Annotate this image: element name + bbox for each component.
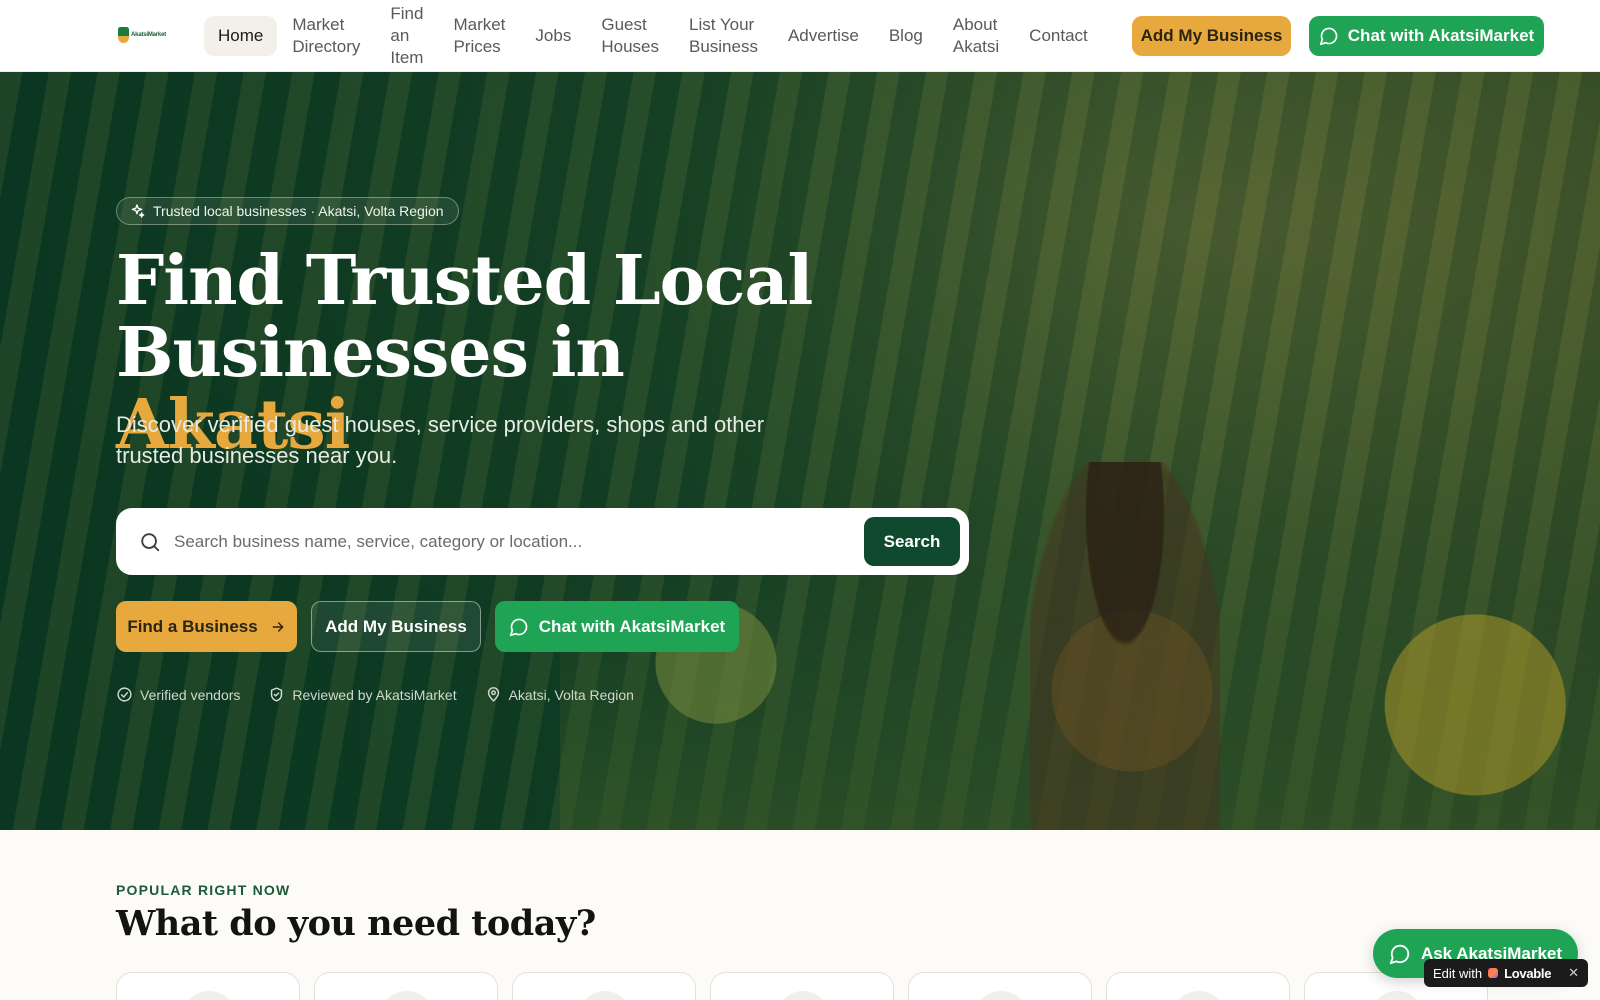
trust-label: Reviewed by AkatsiMarket xyxy=(292,686,457,703)
nav-item-jobs[interactable]: Jobs xyxy=(520,16,586,56)
nav-item-list-your-business[interactable]: List Your Business xyxy=(674,15,773,56)
section-title: What do you need today? xyxy=(116,903,596,944)
trust-item-location: Akatsi, Volta Region xyxy=(485,686,634,703)
category-card[interactable] xyxy=(710,972,894,1000)
search-icon xyxy=(138,530,162,554)
category-icon xyxy=(380,991,434,1000)
nav-add-business-button[interactable]: Add My Business xyxy=(1132,16,1291,56)
hero-actions: Find a Business Add My Business Chat wit… xyxy=(116,601,739,652)
main-nav: Home Market Directory Find an Item Marke… xyxy=(204,0,1103,72)
category-icon xyxy=(182,991,236,1000)
check-circle-icon xyxy=(116,686,133,703)
hero-subtitle: Discover verified guest houses, service … xyxy=(116,412,765,468)
category-card[interactable] xyxy=(116,972,300,1000)
nav-chat-label: Chat with AkatsiMarket xyxy=(1347,26,1535,45)
site-logo[interactable]: AkatsiMarket xyxy=(118,24,166,46)
find-business-label: Find a Business xyxy=(127,616,258,636)
nav-item-about-akatsi[interactable]: About Akatsi xyxy=(938,15,1014,56)
search-button[interactable]: Search xyxy=(864,517,960,566)
category-icon xyxy=(974,991,1028,1000)
nav-item-find-an-item[interactable]: Find an Item xyxy=(375,4,438,67)
nav-item-market-directory[interactable]: Market Directory xyxy=(277,15,375,56)
hero-search-bar: Search xyxy=(116,508,969,575)
hero-chat-label: Chat with AkatsiMarket xyxy=(538,616,726,636)
close-icon[interactable]: ✕ xyxy=(1568,965,1579,981)
nav-item-guest-houses[interactable]: Guest Houses xyxy=(586,15,674,56)
category-icon xyxy=(1370,991,1424,1000)
add-business-button[interactable]: Add My Business xyxy=(311,601,481,652)
section-eyebrow: POPULAR RIGHT NOW xyxy=(116,882,291,898)
hero-title-line1: Find Trusted Local xyxy=(116,241,813,321)
category-card[interactable] xyxy=(314,972,498,1000)
edit-with-label: Edit with xyxy=(1433,965,1483,981)
arrow-right-icon xyxy=(270,619,286,635)
category-cards xyxy=(116,972,1488,1000)
find-business-button[interactable]: Find a Business xyxy=(116,601,297,652)
trust-item-verified: Verified vendors xyxy=(116,686,240,703)
logo-mark-icon xyxy=(118,27,130,43)
trust-item-reviewed: Reviewed by AkatsiMarket xyxy=(268,686,457,703)
lovable-heart-icon xyxy=(1488,968,1499,978)
nav-item-home[interactable]: Home xyxy=(204,16,278,56)
category-card[interactable] xyxy=(512,972,696,1000)
hero-title-line2: Businesses in xyxy=(116,313,625,393)
nav-item-contact[interactable]: Contact xyxy=(1014,16,1103,56)
chat-bubble-icon xyxy=(1389,943,1411,965)
category-icon xyxy=(776,991,830,1000)
hero-badge-label: Trusted local businesses · Akatsi, Volta… xyxy=(153,203,444,219)
category-icon xyxy=(578,991,632,1000)
top-navbar: AkatsiMarket Home Market Directory Find … xyxy=(0,0,1600,72)
trust-label: Verified vendors xyxy=(140,686,241,703)
lovable-brand-label: Lovable xyxy=(1504,965,1552,981)
logo-text: AkatsiMarket xyxy=(131,32,166,38)
sparkles-icon xyxy=(129,203,145,219)
map-pin-icon xyxy=(485,686,502,703)
trust-indicators: Verified vendors Reviewed by AkatsiMarke… xyxy=(116,686,634,703)
hero-chat-button[interactable]: Chat with AkatsiMarket xyxy=(495,601,739,652)
hero-badge: Trusted local businesses · Akatsi, Volta… xyxy=(116,197,459,225)
nav-chat-button[interactable]: Chat with AkatsiMarket xyxy=(1309,16,1544,56)
lovable-edit-badge[interactable]: Edit with Lovable ✕ xyxy=(1424,959,1588,987)
category-icon xyxy=(1172,991,1226,1000)
hero-background-figure xyxy=(1030,462,1220,830)
nav-item-blog[interactable]: Blog xyxy=(874,16,938,56)
category-card[interactable] xyxy=(908,972,1092,1000)
chat-bubble-icon xyxy=(509,617,529,637)
shield-check-icon xyxy=(268,686,285,703)
category-card[interactable] xyxy=(1106,972,1290,1000)
trust-label: Akatsi, Volta Region xyxy=(508,686,634,703)
chat-bubble-icon xyxy=(1319,26,1339,46)
nav-item-market-prices[interactable]: Market Prices xyxy=(438,15,520,56)
nav-item-advertise[interactable]: Advertise xyxy=(773,16,874,56)
search-input[interactable] xyxy=(174,521,854,562)
